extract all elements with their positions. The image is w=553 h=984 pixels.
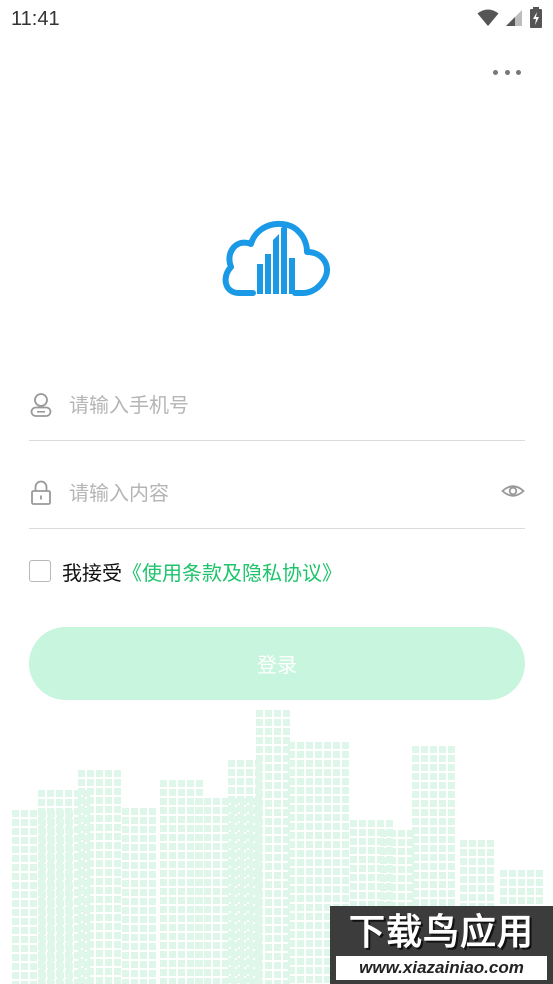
agreement-row: 我接受 《使用条款及隐私协议》 (29, 556, 342, 586)
status-icons (477, 7, 543, 31)
watermark-title: 下载鸟应用 (348, 912, 534, 953)
password-input[interactable] (67, 474, 491, 512)
lock-icon (31, 480, 51, 505)
more-dot-icon (516, 69, 521, 75)
agreement-prefix: 我接受 (62, 560, 122, 585)
status-time: 11:41 (11, 8, 60, 30)
cloud-buildings-logo (222, 221, 330, 296)
status-bar: 11:41 (0, 0, 553, 40)
site-watermark: 下载鸟应用 www.xiazainiao.com (330, 906, 553, 984)
more-dot-icon (493, 69, 498, 75)
phone-input[interactable] (67, 386, 491, 424)
password-field (29, 468, 525, 529)
wifi-icon (477, 9, 499, 26)
battery-charging-icon (530, 7, 542, 28)
building-dots (122, 808, 156, 984)
watermark-url: www.xiazainiao.com (336, 956, 547, 980)
eye-icon[interactable] (501, 480, 525, 502)
phone-field (29, 380, 525, 441)
more-dot-icon (504, 69, 510, 75)
login-button[interactable]: 登录 (29, 627, 525, 700)
more-options-menu[interactable] (493, 66, 521, 78)
agreement-checkbox[interactable] (29, 560, 51, 582)
user-icon (30, 393, 52, 417)
terms-privacy-link[interactable]: 《使用条款及隐私协议》 (122, 557, 342, 586)
cellular-signal-icon (505, 10, 522, 26)
